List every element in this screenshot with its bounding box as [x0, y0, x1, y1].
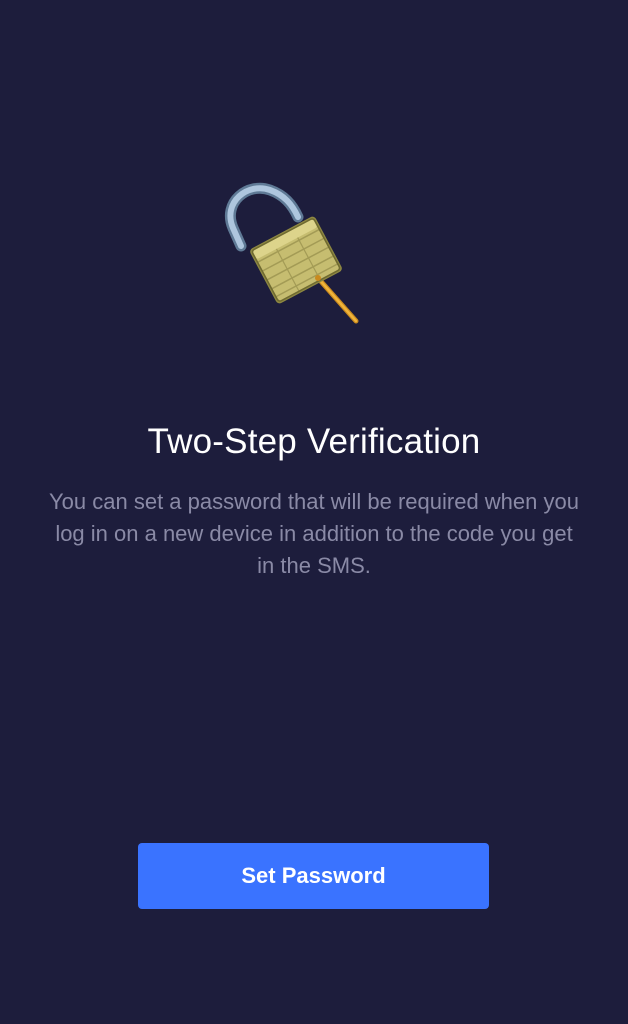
open-padlock-with-key-icon — [214, 182, 364, 330]
set-password-button-label: Set Password — [241, 863, 386, 888]
two-step-verification-screen: Two-Step Verification You can set a pass… — [0, 0, 628, 1024]
page-title: Two-Step Verification — [147, 422, 481, 461]
set-password-button[interactable]: Set Password — [138, 843, 489, 909]
description-text: You can set a password that will be requ… — [49, 489, 579, 578]
